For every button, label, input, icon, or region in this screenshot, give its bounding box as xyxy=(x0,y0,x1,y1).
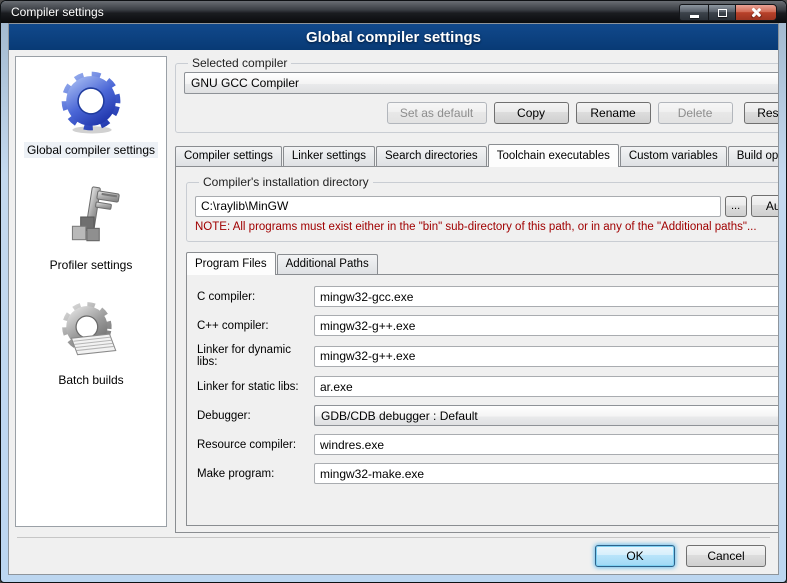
settings-category-sidebar: Global compiler settings xyxy=(15,56,167,527)
delete-button[interactable]: Delete xyxy=(658,102,733,124)
installation-directory-row: ... Auto-detect xyxy=(195,195,778,217)
field-label: C compiler: xyxy=(197,291,309,303)
field-label: C++ compiler: xyxy=(197,320,309,332)
ok-button[interactable]: OK xyxy=(595,545,675,567)
tab-additional-paths[interactable]: Additional Paths xyxy=(277,254,378,274)
selected-compiler-legend: Selected compiler xyxy=(188,56,291,70)
dialog-content: Global compiler settings xyxy=(9,50,778,533)
page-title: Global compiler settings xyxy=(306,29,481,46)
copy-button[interactable]: Copy xyxy=(494,102,569,124)
field-row-resource-compiler: Resource compiler: ... xyxy=(197,434,778,455)
sidebar-item-label: Global compiler settings xyxy=(24,142,158,158)
field-row-linker-static: Linker for static libs: ... xyxy=(197,376,778,397)
tab-compiler-settings[interactable]: Compiler settings xyxy=(175,146,282,166)
field-label: Linker for dynamic libs: xyxy=(197,344,309,368)
blue-gear-icon xyxy=(58,69,124,135)
auto-detect-button[interactable]: Auto-detect xyxy=(751,195,778,217)
tab-build-options[interactable]: Build options xyxy=(728,146,778,166)
tab-search-directories[interactable]: Search directories xyxy=(376,146,487,166)
toolchain-executables-panel: Compiler's installation directory ... Au… xyxy=(175,166,778,533)
sidebar-item-profiler-settings[interactable]: Profiler settings xyxy=(47,184,136,273)
gray-gear-stack-icon xyxy=(58,299,124,365)
sidebar-item-label: Profiler settings xyxy=(47,257,136,273)
dialog-footer: OK Cancel xyxy=(9,538,778,574)
compiler-settings-tabbar: Compiler settings Linker settings Search… xyxy=(175,143,778,166)
resource-compiler-input[interactable] xyxy=(314,434,778,455)
selected-compiler-value: GNU GCC Compiler xyxy=(191,76,778,90)
tab-toolchain-executables[interactable]: Toolchain executables xyxy=(488,144,619,167)
dialog-header: Global compiler settings xyxy=(9,24,778,50)
linker-static-input[interactable] xyxy=(314,376,778,397)
compiler-buttons-row: Set as default Copy Rename Delete Reset … xyxy=(184,102,778,124)
minimize-button[interactable] xyxy=(679,4,708,21)
reset-defaults-button[interactable]: Reset defaults xyxy=(744,102,778,124)
sidebar-item-label: Batch builds xyxy=(55,372,126,388)
window-controls xyxy=(679,4,777,21)
installation-directory-group: Compiler's installation directory ... Au… xyxy=(186,175,778,242)
maximize-button[interactable] xyxy=(708,4,735,21)
debugger-value: GDB/CDB debugger : Default xyxy=(321,409,778,423)
close-button[interactable] xyxy=(735,4,777,21)
installation-note: NOTE: All programs must exist either in … xyxy=(195,221,778,233)
cpp-compiler-input[interactable] xyxy=(314,315,778,336)
field-label: Debugger: xyxy=(197,410,309,422)
make-program-input[interactable] xyxy=(314,463,778,484)
close-icon xyxy=(751,7,762,18)
titlebar[interactable]: Compiler settings xyxy=(1,1,786,23)
field-row-make-program: Make program: ... xyxy=(197,463,778,484)
dialog-client-area: Global compiler settings xyxy=(8,23,779,575)
field-label: Make program: xyxy=(197,468,309,480)
program-files-tabbar: Program Files Additional Paths xyxy=(186,251,778,274)
compiler-settings-window: Compiler settings Global compiler settin… xyxy=(0,0,787,583)
sidebar-item-global-compiler-settings[interactable]: Global compiler settings xyxy=(24,69,158,158)
installation-directory-legend: Compiler's installation directory xyxy=(199,175,373,189)
browse-directory-button[interactable]: ... xyxy=(725,196,747,217)
window-title: Compiler settings xyxy=(1,5,104,19)
tab-linker-settings[interactable]: Linker settings xyxy=(283,146,375,166)
linker-dynamic-input[interactable] xyxy=(314,346,778,367)
main-panel: Selected compiler GNU GCC Compiler Set a… xyxy=(175,56,778,533)
field-row-cpp-compiler: C++ compiler: ... xyxy=(197,315,778,336)
field-row-debugger: Debugger: GDB/CDB debugger : Default xyxy=(197,405,778,426)
tab-program-files[interactable]: Program Files xyxy=(186,252,276,275)
maximize-icon xyxy=(718,9,727,17)
set-as-default-button[interactable]: Set as default xyxy=(387,102,487,124)
field-row-linker-dynamic: Linker for dynamic libs: ... xyxy=(197,344,778,368)
c-compiler-input[interactable] xyxy=(314,286,778,307)
debugger-combobox[interactable]: GDB/CDB debugger : Default xyxy=(314,405,778,426)
program-files-panel: C compiler: ... C++ compiler: ... Linker… xyxy=(186,274,778,526)
rename-button[interactable]: Rename xyxy=(576,102,651,124)
tab-custom-variables[interactable]: Custom variables xyxy=(620,146,727,166)
selected-compiler-group: Selected compiler GNU GCC Compiler Set a… xyxy=(175,56,778,133)
selected-compiler-combobox[interactable]: GNU GCC Compiler xyxy=(184,72,778,94)
field-label: Resource compiler: xyxy=(197,439,309,451)
field-label: Linker for static libs: xyxy=(197,381,309,393)
minimize-icon xyxy=(690,15,699,18)
installation-directory-input[interactable] xyxy=(195,196,721,217)
caliper-icon xyxy=(58,184,124,250)
field-row-c-compiler: C compiler: ... xyxy=(197,286,778,307)
cancel-button[interactable]: Cancel xyxy=(686,545,766,567)
sidebar-item-batch-builds[interactable]: Batch builds xyxy=(55,299,126,388)
